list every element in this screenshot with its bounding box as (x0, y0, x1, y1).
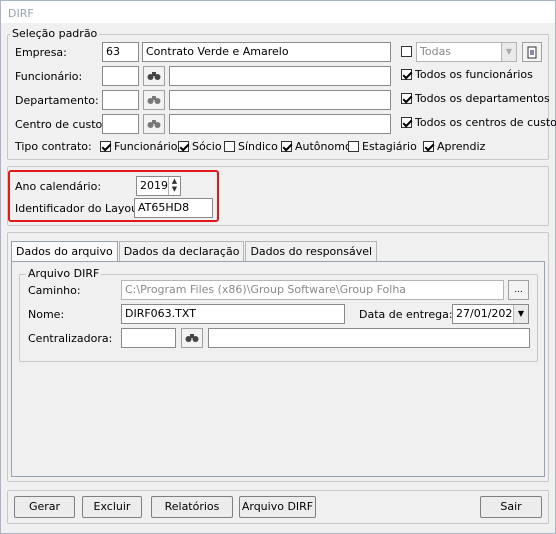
dirf-window: DIRF Seleção padrão Empresa: 63 Contrato… (0, 0, 556, 534)
spinner-arrows-icon[interactable]: ▲ ▼ (168, 177, 180, 195)
tipo-funcionario-label: Funcionário (114, 140, 178, 153)
departamento-name-input[interactable] (169, 90, 391, 110)
todos-centros-checkbox[interactable] (401, 117, 412, 128)
tipo-autonomo-checkbox[interactable] (281, 141, 292, 152)
excluir-button[interactable]: Excluir (82, 496, 142, 518)
centro-name-input[interactable] (169, 114, 391, 134)
tipo-estagiario-checkbox[interactable] (348, 141, 359, 152)
tipo-sindico-checkbox[interactable] (224, 141, 235, 152)
tipo-sindico-option[interactable]: Síndico (224, 140, 278, 153)
centralizadora-label: Centralizadora: (28, 332, 113, 345)
binoculars-icon[interactable] (143, 66, 165, 86)
arquivo-dirf-button[interactable]: Arquivo DIRF (239, 496, 316, 518)
tipo-aprendiz-checkbox[interactable] (423, 141, 434, 152)
data-entrega-value: 27/01/2020 (456, 307, 520, 320)
tipo-aprendiz-option[interactable]: Aprendiz (423, 140, 485, 153)
document-icon[interactable] (522, 42, 542, 62)
tipo-autonomo-label: Autônomo (295, 140, 352, 153)
relatorios-button[interactable]: Relatórios (151, 496, 233, 518)
sair-button[interactable]: Sair (480, 496, 542, 518)
tipo-aprendiz-label: Aprendiz (437, 140, 486, 153)
departamento-code-input[interactable] (102, 90, 139, 110)
tipo-sindico-label: Síndico (238, 140, 278, 153)
layout-id-input[interactable]: AT65HD8 (134, 198, 213, 218)
tab-dados-arquivo[interactable]: Dados do arquivo (11, 241, 118, 261)
todos-departamentos-label: Todos os departamentos (415, 92, 550, 105)
funcionario-label: Funcionário: (15, 70, 83, 83)
todos-funcionarios-option[interactable]: Todos os funcionários (401, 68, 533, 81)
centro-code-input[interactable] (102, 114, 139, 134)
tipo-socio-checkbox[interactable] (178, 141, 189, 152)
todos-departamentos-option[interactable]: Todos os departamentos (401, 92, 550, 105)
tab-strip: Dados do arquivo Dados da declaração Dad… (11, 241, 378, 261)
centro-label: Centro de custo: (15, 118, 106, 131)
ano-calendario-label: Ano calendário: (15, 180, 102, 193)
departamento-label: Departamento: (15, 94, 99, 107)
tab-dados-declaracao[interactable]: Dados da declaração (118, 241, 245, 261)
data-entrega-label: Data de entrega: (359, 308, 453, 321)
todos-centros-option[interactable]: Todos os centros de custo (401, 116, 556, 129)
tipo-estagiario-option[interactable]: Estagiário (348, 140, 417, 153)
tipo-contrato-label: Tipo contrato: (15, 140, 92, 153)
funcionario-code-input[interactable] (102, 66, 139, 86)
browse-button[interactable]: ... (508, 280, 529, 300)
arquivo-legend: Arquivo DIRF (26, 267, 102, 280)
todos-departamentos-checkbox[interactable] (401, 93, 412, 104)
empresa-label: Empresa: (15, 46, 67, 59)
todas-checkbox[interactable] (401, 46, 412, 57)
centralizadora-code-input[interactable] (121, 328, 176, 348)
binoculars-icon[interactable] (181, 328, 203, 348)
nome-label: Nome: (28, 308, 65, 321)
chevron-down-icon[interactable]: ▼ (513, 305, 528, 323)
caminho-input[interactable]: C:\Program Files (x86)\Group Software\Gr… (121, 280, 504, 300)
ano-calendario-input[interactable]: 2019 ▲ ▼ (136, 176, 181, 196)
nome-input[interactable]: DIRF063.TXT (121, 304, 345, 324)
layout-id-label: Identificador do Layout: (15, 202, 147, 215)
caminho-label: Caminho: (28, 284, 81, 297)
tipo-socio-option[interactable]: Sócio (178, 140, 222, 153)
ano-calendario-value: 2019 (140, 179, 168, 192)
funcionario-name-input[interactable] (169, 66, 391, 86)
binoculars-icon[interactable] (143, 114, 165, 134)
data-entrega-input[interactable]: 27/01/2020 ▼ (452, 304, 529, 324)
tipo-estagiario-label: Estagiário (362, 140, 417, 153)
empresa-name-input[interactable]: Contrato Verde e Amarelo (142, 42, 391, 62)
chevron-down-icon: ▼ (501, 43, 516, 61)
window-title: DIRF (1, 1, 555, 23)
todos-funcionarios-label: Todos os funcionários (415, 68, 533, 81)
todas-select-value: Todas (420, 45, 452, 58)
tipo-autonomo-option[interactable]: Autônomo (281, 140, 352, 153)
gerar-button[interactable]: Gerar (14, 496, 75, 518)
todos-funcionarios-checkbox[interactable] (401, 69, 412, 80)
empresa-code-input[interactable]: 63 (102, 42, 139, 62)
tipo-funcionario-checkbox[interactable] (100, 141, 111, 152)
selection-legend: Seleção padrão (10, 27, 100, 40)
tipo-socio-label: Sócio (192, 140, 222, 153)
binoculars-icon[interactable] (143, 90, 165, 110)
tipo-funcionario-option[interactable]: Funcionário (100, 140, 178, 153)
todas-select[interactable]: Todas ▼ (416, 42, 517, 62)
todos-centros-label: Todos os centros de custo (415, 116, 556, 129)
centralizadora-name-input[interactable] (208, 328, 530, 348)
tab-dados-responsavel[interactable]: Dados do responsável (245, 241, 378, 261)
